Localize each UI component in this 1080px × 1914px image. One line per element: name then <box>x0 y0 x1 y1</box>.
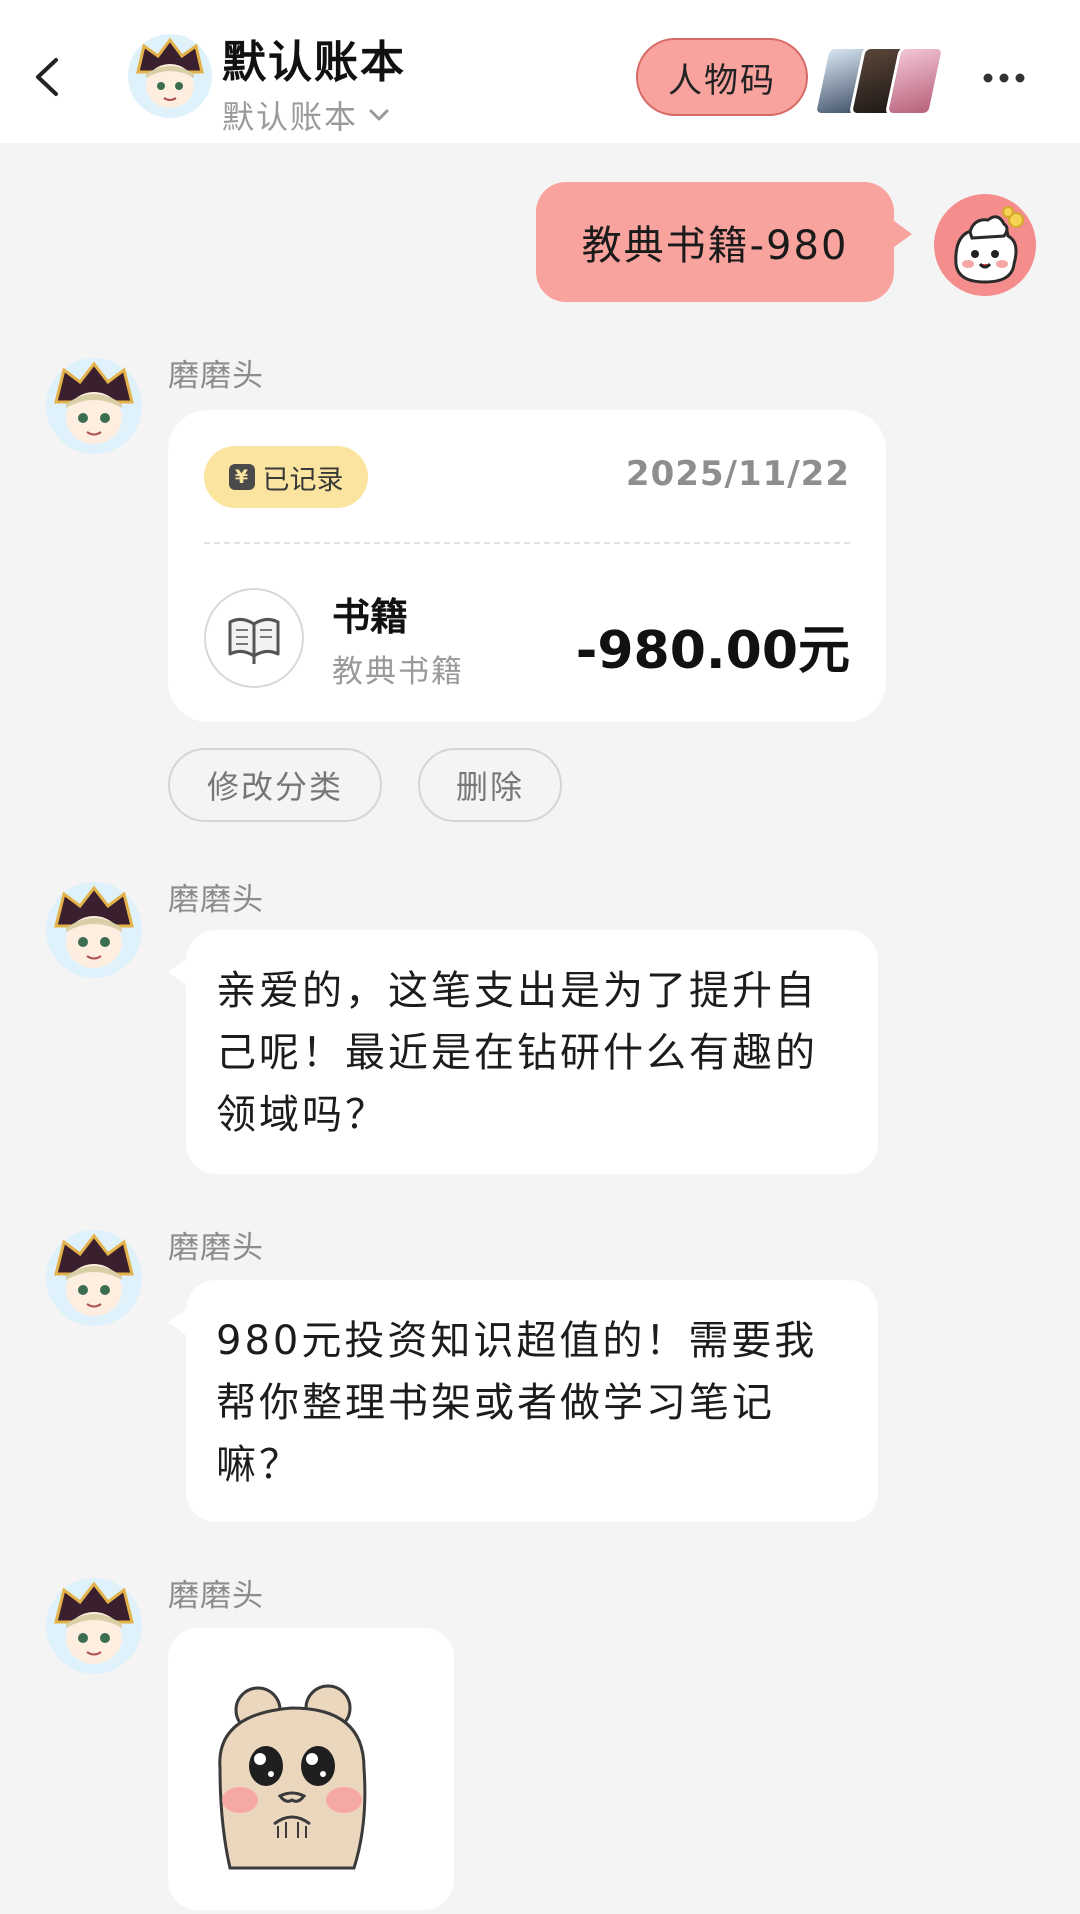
more-dots-icon <box>983 73 1025 83</box>
bubble-tail <box>168 1306 190 1338</box>
sender-name: 磨磨头 <box>168 1578 264 1614</box>
divider <box>204 542 850 544</box>
recorded-badge: ¥ 已记录 <box>204 446 368 508</box>
ledger-switcher[interactable]: 默认账本 <box>222 92 390 138</box>
character-avatars[interactable] <box>812 42 946 116</box>
assistant-avatar[interactable] <box>44 1576 144 1676</box>
record-amount: -980.00元 <box>575 621 850 681</box>
sender-name: 磨磨头 <box>168 882 264 918</box>
user-avatar[interactable] <box>934 194 1036 296</box>
sender-name: 磨磨头 <box>168 358 264 394</box>
chevron-left-icon <box>36 58 58 96</box>
assistant-avatar[interactable] <box>44 880 144 980</box>
delete-button[interactable]: 删除 <box>418 748 562 822</box>
ledger-switcher-label: 默认账本 <box>222 98 359 136</box>
assistant-message-text: 亲爱的，这笔支出是为了提升自己呢！最近是在钻研什么有趣的领域吗？ <box>216 968 818 1138</box>
assistant-message-text: 980元投资知识超值的！需要我帮你整理书架或者做学习笔记嘛？ <box>216 1318 818 1488</box>
open-book-icon <box>228 617 280 664</box>
ledger-avatar[interactable] <box>128 34 212 118</box>
edit-category-button[interactable]: 修改分类 <box>168 748 382 822</box>
category-icon <box>204 588 304 688</box>
character-code-button[interactable]: 人物码 <box>636 38 808 116</box>
more-button[interactable] <box>982 68 1026 88</box>
category-name: 书籍 <box>332 595 409 639</box>
expense-record-card[interactable]: ¥ 已记录 2025/11/22 书籍 教典书籍 -980.00元 <box>168 410 886 722</box>
bubble-tail <box>890 218 912 250</box>
ledger-title: 默认账本 <box>222 37 406 88</box>
sender-name: 磨磨头 <box>168 1230 264 1266</box>
bear-sticker <box>218 1684 367 1870</box>
assistant-avatar[interactable] <box>44 1228 144 1328</box>
assistant-message-bubble: 980元投资知识超值的！需要我帮你整理书架或者做学习笔记嘛？ <box>168 1280 878 1522</box>
user-message-text: 教典书籍-980 <box>581 223 849 269</box>
chevron-down-icon <box>369 109 389 121</box>
assistant-message-bubble: 亲爱的，这笔支出是为了提升自己呢！最近是在钻研什么有趣的领域吗？ <box>168 930 878 1174</box>
user-message-bubble: 教典书籍-980 <box>536 182 912 302</box>
back-button[interactable] <box>28 52 68 102</box>
yen-icon: ¥ <box>228 464 255 490</box>
record-note: 教典书籍 <box>332 654 464 690</box>
record-date: 2025/11/22 <box>625 454 850 494</box>
top-bar: 默认账本 默认账本 人物码 <box>0 0 1080 143</box>
assistant-avatar[interactable] <box>44 356 144 456</box>
recorded-badge-label: 已记录 <box>262 464 344 496</box>
bubble-tail <box>168 956 190 988</box>
sticker-message[interactable] <box>168 1628 454 1910</box>
